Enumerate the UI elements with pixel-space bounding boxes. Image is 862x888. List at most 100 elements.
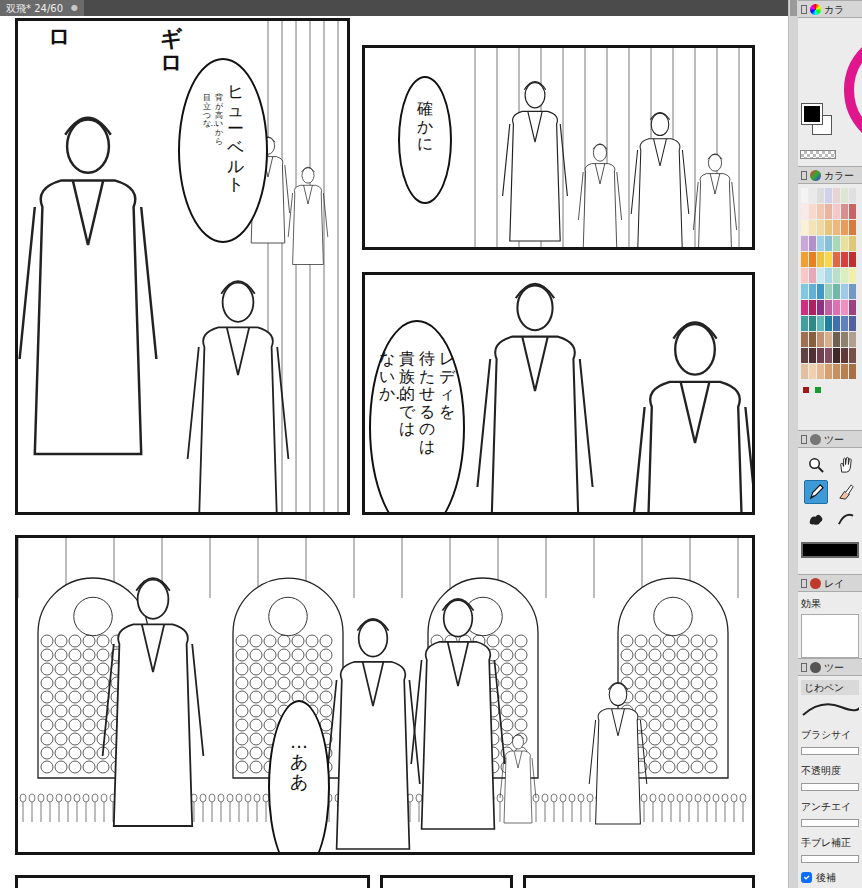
- tool-button[interactable]: [834, 453, 858, 477]
- color-swatch[interactable]: [833, 364, 840, 379]
- color-swatch[interactable]: [825, 284, 832, 299]
- color-swatch[interactable]: [833, 332, 840, 347]
- color-swatch[interactable]: [841, 252, 848, 267]
- color-swatch[interactable]: [809, 332, 816, 347]
- color-swatch[interactable]: [809, 364, 816, 379]
- color-swatch[interactable]: [817, 284, 824, 299]
- color-swatch[interactable]: [809, 220, 816, 235]
- color-swatch[interactable]: [809, 188, 816, 203]
- color-swatch[interactable]: [841, 220, 848, 235]
- add-color-icon[interactable]: [815, 387, 821, 393]
- color-swatch[interactable]: [817, 188, 824, 203]
- tool-button[interactable]: [804, 453, 828, 477]
- grip-icon[interactable]: [801, 435, 807, 444]
- tool-button[interactable]: [834, 480, 858, 504]
- tool-button[interactable]: [804, 480, 828, 504]
- color-swatch[interactable]: [841, 204, 848, 219]
- tab-close-button[interactable]: ●: [71, 2, 78, 14]
- post-correction-label[interactable]: 後補: [816, 870, 836, 885]
- property-slider[interactable]: [801, 783, 859, 791]
- color-swatch[interactable]: [825, 236, 832, 251]
- palette-header[interactable]: ツー: [798, 658, 862, 676]
- color-swatch[interactable]: [817, 252, 824, 267]
- color-swatch[interactable]: [841, 284, 848, 299]
- color-swatch[interactable]: [841, 348, 848, 363]
- color-swatch[interactable]: [825, 332, 832, 347]
- delete-color-icon[interactable]: [803, 387, 809, 393]
- property-slider[interactable]: [801, 819, 859, 827]
- color-swatch[interactable]: [817, 204, 824, 219]
- color-swatch[interactable]: [801, 268, 808, 283]
- color-swatch[interactable]: [809, 284, 816, 299]
- color-swatch[interactable]: [849, 364, 856, 379]
- color-swatch[interactable]: [817, 300, 824, 315]
- color-swatch[interactable]: [841, 188, 848, 203]
- color-swatch[interactable]: [801, 204, 808, 219]
- color-swatch[interactable]: [825, 220, 832, 235]
- color-swatch[interactable]: [825, 316, 832, 331]
- color-swatch[interactable]: [809, 268, 816, 283]
- color-wheel[interactable]: [844, 30, 862, 150]
- color-swatch[interactable]: [825, 300, 832, 315]
- color-swatch[interactable]: [833, 316, 840, 331]
- tool-button[interactable]: [804, 507, 828, 531]
- color-swatch[interactable]: [809, 236, 816, 251]
- color-swatch[interactable]: [833, 268, 840, 283]
- color-wheel-area[interactable]: [798, 18, 862, 166]
- color-swatch[interactable]: [801, 188, 808, 203]
- palette-header[interactable]: カラー: [798, 166, 862, 184]
- color-swatch[interactable]: [849, 204, 856, 219]
- color-swatch[interactable]: [849, 188, 856, 203]
- color-swatch[interactable]: [841, 332, 848, 347]
- color-swatch[interactable]: [849, 348, 856, 363]
- color-swatch[interactable]: [849, 300, 856, 315]
- color-swatch[interactable]: [801, 332, 808, 347]
- post-correction-checkbox[interactable]: [801, 872, 812, 883]
- color-swatch[interactable]: [833, 252, 840, 267]
- color-swatch[interactable]: [801, 316, 808, 331]
- color-swatch[interactable]: [801, 220, 808, 235]
- color-swatch[interactable]: [841, 268, 848, 283]
- grip-icon[interactable]: [801, 5, 807, 14]
- color-swatch[interactable]: [817, 348, 824, 363]
- color-swatch[interactable]: [833, 188, 840, 203]
- color-swatch[interactable]: [825, 252, 832, 267]
- color-swatch[interactable]: [833, 220, 840, 235]
- color-swatch[interactable]: [825, 348, 832, 363]
- color-swatch[interactable]: [849, 316, 856, 331]
- property-slider[interactable]: [801, 747, 859, 755]
- color-swatch[interactable]: [841, 364, 848, 379]
- tool-button[interactable]: [834, 507, 858, 531]
- palette-header[interactable]: ツー: [798, 430, 862, 448]
- color-swatch[interactable]: [833, 300, 840, 315]
- header-label[interactable]: ツー: [824, 660, 844, 675]
- brush-name[interactable]: じわペン: [801, 680, 859, 695]
- property-slider[interactable]: [801, 855, 859, 863]
- palette-header[interactable]: レイ: [798, 574, 862, 592]
- color-swatch[interactable]: [801, 300, 808, 315]
- color-swatch[interactable]: [801, 236, 808, 251]
- color-swatch[interactable]: [825, 268, 832, 283]
- scroll-thumb[interactable]: [790, 0, 797, 16]
- color-swatch[interactable]: [809, 348, 816, 363]
- current-color-bar[interactable]: [801, 542, 859, 558]
- header-label[interactable]: カラ: [824, 2, 844, 17]
- color-swatch[interactable]: [841, 300, 848, 315]
- color-swatch[interactable]: [801, 364, 808, 379]
- color-swatch[interactable]: [809, 316, 816, 331]
- color-swatch[interactable]: [833, 236, 840, 251]
- color-swatch[interactable]: [825, 188, 832, 203]
- canvas[interactable]: ロギロヒューベルト背が高いから目立つな…確かにレディを待たせるのは貴族的ではない…: [0, 16, 788, 888]
- header-label[interactable]: ツー: [824, 432, 844, 447]
- color-swatch[interactable]: [849, 252, 856, 267]
- header-label[interactable]: カラー: [824, 168, 854, 183]
- document-tab[interactable]: 双飛* 24/60●: [0, 0, 84, 16]
- grip-icon[interactable]: [801, 171, 807, 180]
- palette-header[interactable]: カラ: [798, 0, 862, 18]
- color-swatch[interactable]: [849, 268, 856, 283]
- color-swatch[interactable]: [817, 332, 824, 347]
- grip-icon[interactable]: [801, 663, 807, 672]
- color-swatch[interactable]: [825, 364, 832, 379]
- color-swatch[interactable]: [833, 348, 840, 363]
- color-swatch[interactable]: [817, 364, 824, 379]
